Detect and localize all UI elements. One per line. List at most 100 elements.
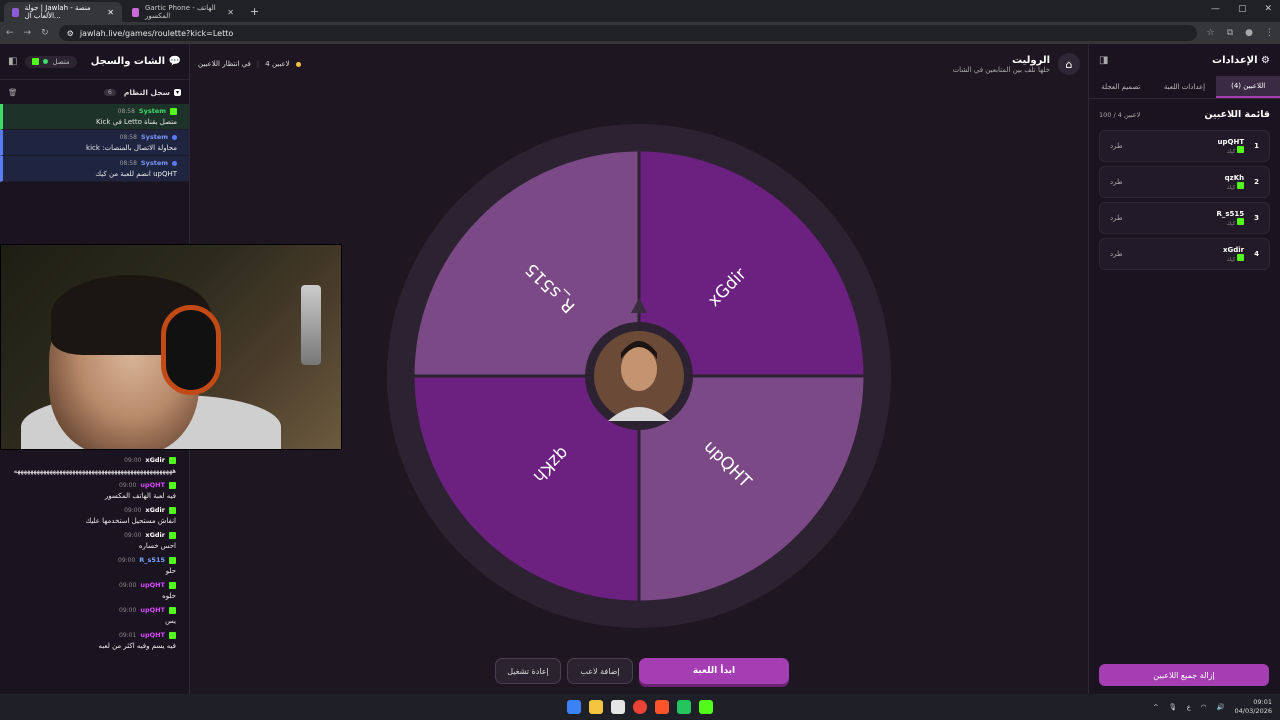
chat-message: R_s515 09:00 حلو: [0, 554, 188, 579]
volume-icon[interactable]: 🔊: [1216, 703, 1224, 711]
chat-text: هههههههههههههههههههههههههههههههههههههههه…: [13, 467, 176, 475]
tab-label: Gartic Phone - الهاتف المكسور: [145, 4, 216, 20]
kick-player-button[interactable]: طرد: [1110, 250, 1123, 258]
player-name: xGdir: [1223, 245, 1245, 254]
chat-time: 09:00: [124, 506, 142, 514]
tray-chevron-icon[interactable]: ^: [1153, 703, 1158, 711]
browser-tab-jawlah[interactable]: جولة | Jawlah - منصة الألعاب ال... ✕: [4, 2, 122, 22]
collapse-panel-icon[interactable]: ◧: [8, 56, 17, 67]
player-row: طرد R_s515 كيك 3: [1099, 202, 1270, 234]
kick-player-button[interactable]: طرد: [1110, 178, 1123, 186]
minimize-icon[interactable]: —: [1211, 4, 1220, 14]
kick-player-button[interactable]: طرد: [1110, 214, 1123, 222]
chat-text: حلو: [165, 567, 176, 575]
kick-icon: [1237, 217, 1245, 225]
clock[interactable]: 09:01 04/03/2026: [1235, 698, 1272, 716]
player-row: طرد upQHT كيك 1: [1099, 130, 1270, 162]
home-button[interactable]: ⌂: [1058, 53, 1080, 75]
player-list-header: 100 / 4 لاعبين قائمة اللاعبين: [1089, 99, 1280, 126]
chat-header: ◧ متصل الشات والسجل 💬: [0, 44, 189, 80]
forward-icon[interactable]: →: [24, 28, 32, 38]
reload-icon[interactable]: ↻: [41, 28, 49, 38]
syslog-title[interactable]: سجل النظام: [124, 88, 170, 97]
language-indicator[interactable]: ع: [1187, 703, 1191, 711]
tab-players[interactable]: اللاعبين (4): [1216, 76, 1280, 98]
chat-message: upQHT 09:00 فيه لعبة الهاتف المكسور: [0, 479, 188, 504]
chat-message: xGdir 09:00 انفاش مستحيل استخدمها عليك: [0, 504, 188, 529]
store-icon[interactable]: [611, 700, 625, 714]
chat-message: upQHT 09:01 فيه يسم وفيه اكثر من لعبه: [0, 629, 188, 654]
maximize-icon[interactable]: ▢: [1238, 4, 1247, 14]
chat-username[interactable]: xGdir: [145, 531, 165, 539]
settings-header: ◨ الإعدادات ⚙: [1089, 44, 1280, 76]
start-game-button[interactable]: ابدأ اللعبة: [639, 658, 789, 684]
collapse-panel-icon[interactable]: ◨: [1099, 55, 1108, 66]
close-tab-icon[interactable]: ✕: [227, 8, 234, 17]
online-dot-icon: [43, 59, 49, 64]
profile-avatar-icon[interactable]: ●: [1245, 28, 1253, 38]
tab-game-settings[interactable]: إعدادات اللعبة: [1153, 76, 1217, 98]
kick-icon: [169, 481, 176, 489]
bookmark-star-icon[interactable]: ☆: [1207, 28, 1215, 38]
info-icon: [172, 134, 177, 140]
home-icon: ⌂: [1065, 57, 1073, 71]
restart-button[interactable]: إعادة تشغيل: [495, 658, 561, 684]
new-tab-icon[interactable]: +: [244, 5, 265, 18]
file-explorer-icon[interactable]: [589, 700, 603, 714]
connection-status-badge: متصل: [25, 55, 77, 68]
wifi-icon[interactable]: ◠: [1201, 703, 1207, 711]
chat-text: يس: [165, 617, 176, 625]
brave-icon[interactable]: [655, 700, 669, 714]
back-icon[interactable]: ←: [6, 28, 14, 38]
kick-player-button[interactable]: طرد: [1110, 142, 1123, 150]
chat-username[interactable]: R_s515: [139, 556, 165, 564]
game-title: الروليت: [1011, 54, 1050, 66]
chat-username[interactable]: upQHT: [140, 581, 165, 589]
game-controls: إعادة تشغيل إضافة لاعب ابدأ اللعبة: [495, 658, 789, 684]
url-text: jawlah.live/games/roulette?kick=Letto: [79, 28, 234, 38]
extensions-icon[interactable]: ⧉: [1227, 28, 1233, 38]
chat-text: حلوه: [162, 592, 176, 600]
app-green-icon[interactable]: [677, 700, 691, 714]
kick-icon: [32, 58, 40, 65]
settings-title: الإعدادات ⚙: [1212, 54, 1270, 66]
kick-app-icon[interactable]: [699, 700, 713, 714]
app-root: ◧ متصل الشات والسجل 💬 🗑 6 سجل النظام ▾ S…: [0, 44, 1280, 694]
trash-icon[interactable]: 🗑: [8, 88, 18, 97]
kick-icon: [169, 531, 176, 539]
close-window-icon[interactable]: ✕: [1264, 4, 1272, 14]
chat-username[interactable]: upQHT: [140, 606, 165, 614]
close-tab-icon[interactable]: ✕: [107, 8, 114, 17]
kick-icon: [170, 107, 177, 115]
player-list-title: قائمة اللاعبين: [1204, 109, 1270, 120]
chat-username[interactable]: xGdir: [145, 506, 165, 514]
chrome-icon[interactable]: [633, 700, 647, 714]
add-player-button[interactable]: إضافة لاعب: [567, 658, 633, 684]
kick-icon: [169, 581, 176, 589]
kick-icon: [169, 556, 176, 564]
chevron-icon[interactable]: ▾: [173, 88, 181, 96]
hub-face-shape: [621, 347, 657, 391]
system-log-header: 🗑 6 سجل النظام ▾: [0, 80, 189, 104]
browser-tab-gartic[interactable]: Gartic Phone - الهاتف المكسور ✕: [124, 2, 242, 22]
menu-kebab-icon[interactable]: ⋮: [1265, 28, 1274, 38]
chat-username[interactable]: upQHT: [140, 481, 165, 489]
roulette-wheel[interactable]: R_s515 xGdir upQHT qzKh: [386, 123, 892, 629]
player-number: 1: [1254, 142, 1259, 150]
site-info-icon[interactable]: ⚙: [67, 29, 74, 38]
kick-icon: [169, 631, 176, 639]
chat-text: احس خساره: [138, 542, 176, 550]
address-bar: ← → ↻ ⚙ jawlah.live/games/roulette?kick=…: [0, 22, 1280, 44]
platform-label: كيك: [1226, 184, 1236, 191]
chat-username[interactable]: xGdir: [145, 456, 165, 464]
start-menu-icon[interactable]: [567, 700, 581, 714]
tab-label: جولة | Jawlah - منصة الألعاب ال...: [24, 4, 91, 20]
platform-label: كيك: [1226, 256, 1236, 263]
mic-icon[interactable]: 🎙: [1169, 703, 1177, 711]
remove-all-players-button[interactable]: إزالة جميع اللاعبين: [1099, 664, 1269, 686]
tab-wheel-design[interactable]: تصميم العجلة: [1089, 76, 1153, 98]
wheel-svg: R_s515 xGdirupQHTqzKh: [387, 124, 891, 628]
chat-username[interactable]: upQHT: [140, 631, 165, 639]
url-field[interactable]: ⚙ jawlah.live/games/roulette?kick=Letto: [58, 25, 1197, 41]
browser-tab-bar: جولة | Jawlah - منصة الألعاب ال... ✕ Gar…: [0, 0, 1280, 22]
